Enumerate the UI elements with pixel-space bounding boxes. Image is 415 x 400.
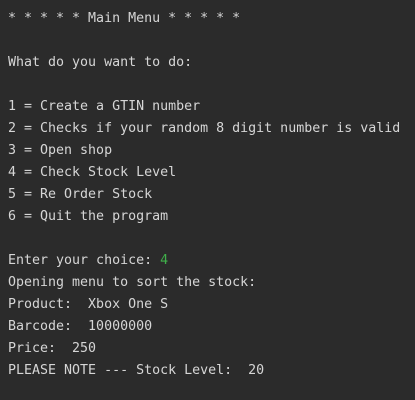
choice-line: Enter your choice: 4 [8, 250, 168, 272]
menu-option-5: 5 = Re Order Stock [8, 187, 153, 202]
menu-option-3: 3 = Open shop [8, 143, 113, 158]
menu-title: * * * * * Main Menu * * * * * [8, 11, 241, 26]
menu-option-6: 6 = Quit the program [8, 209, 169, 224]
stock-level-note: PLEASE NOTE --- Stock Level: 20 [8, 363, 265, 378]
choice-prompt: Enter your choice: [8, 253, 161, 268]
choice-input-value: 4 [160, 253, 169, 268]
prompt-question: What do you want to do: [8, 55, 193, 70]
barcode-line: Barcode: 10000000 [8, 319, 153, 334]
price-line: Price: 250 [8, 341, 97, 356]
menu-option-2: 2 = Checks if your random 8 digit number… [8, 121, 401, 136]
product-line: Product: Xbox One S [8, 297, 169, 312]
menu-option-4: 4 = Check Stock Level [8, 165, 177, 180]
opening-message: Opening menu to sort the stock: [8, 275, 257, 290]
console-output[interactable]: * * * * * Main Menu * * * * * What do yo… [0, 0, 415, 400]
menu-option-1: 1 = Create a GTIN number [8, 99, 201, 114]
